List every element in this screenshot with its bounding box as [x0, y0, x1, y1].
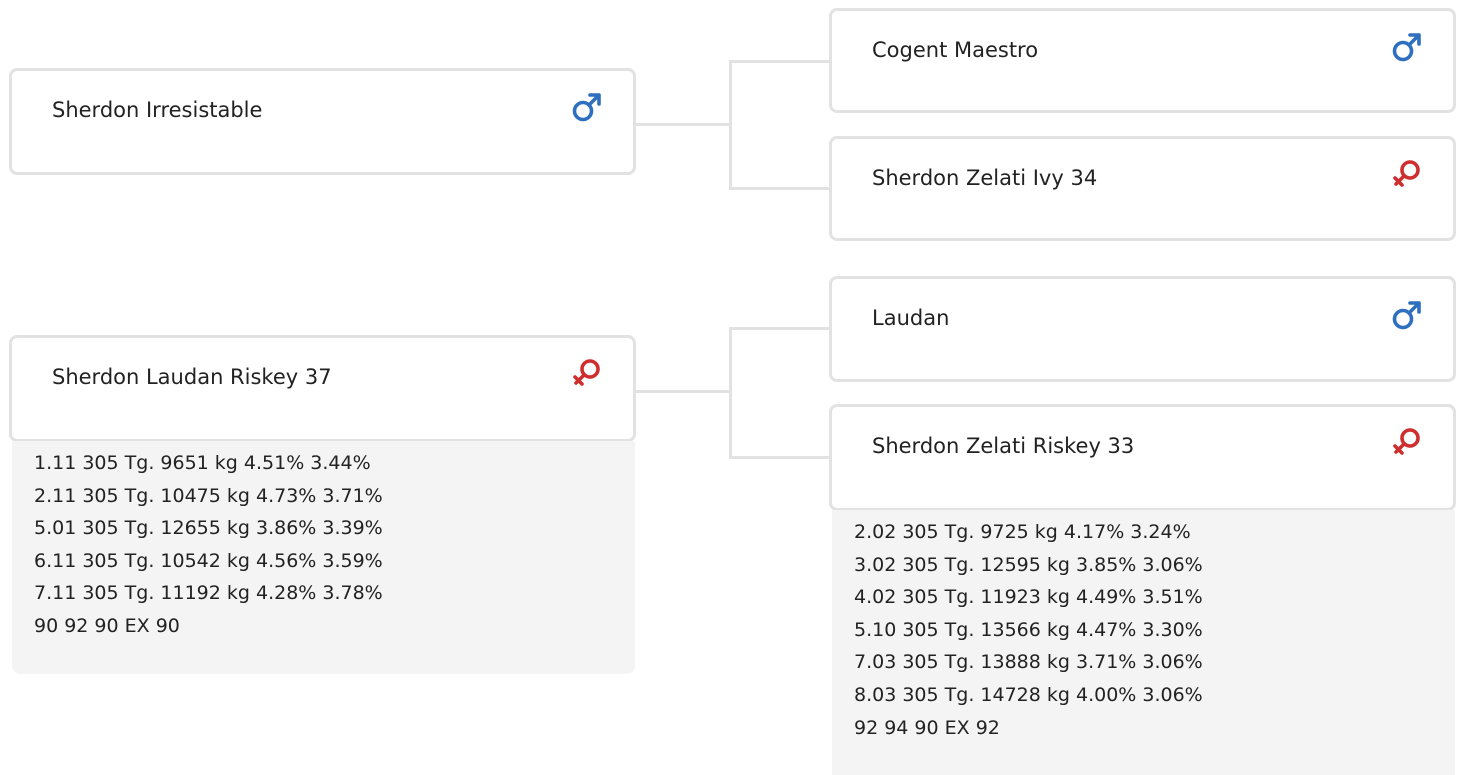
- lactation-stats: 2.02 305 Tg. 9725 kg 4.17% 3.24% 3.02 30…: [832, 510, 1455, 775]
- pedigree-card[interactable]: Laudan: [829, 276, 1456, 382]
- animal-name: Sherdon Laudan Riskey 37: [52, 365, 332, 389]
- animal-name: Laudan: [872, 306, 950, 330]
- connector-line: [729, 60, 830, 63]
- pedigree-card[interactable]: Sherdon Zelati Ivy 34: [829, 136, 1456, 241]
- pedigree-card[interactable]: Sherdon Zelati Riskey 33: [829, 404, 1456, 511]
- pedigree-card[interactable]: Cogent Maestro: [829, 8, 1456, 113]
- connector-line: [729, 60, 732, 190]
- connector-line: [634, 123, 732, 126]
- animal-name: Sherdon Zelati Riskey 33: [872, 434, 1135, 458]
- stats-line: 4.02 305 Tg. 11923 kg 4.49% 3.51%: [854, 586, 1203, 609]
- stats-line: 92 94 90 EX 92: [854, 716, 1000, 739]
- stats-line: 3.02 305 Tg. 12595 kg 3.85% 3.06%: [854, 553, 1203, 576]
- animal-name: Sherdon Irresistable: [52, 98, 263, 122]
- animal-name: Cogent Maestro: [872, 38, 1039, 62]
- stats-line: 7.11 305 Tg. 11192 kg 4.28% 3.78%: [34, 582, 383, 605]
- stats-line: 2.11 305 Tg. 10475 kg 4.73% 3.71%: [34, 484, 383, 507]
- connector-line: [729, 456, 830, 459]
- connector-line: [729, 327, 732, 459]
- animal-name: Sherdon Zelati Ivy 34: [872, 166, 1098, 190]
- female-icon: [1389, 157, 1425, 193]
- stats-line: 1.11 305 Tg. 9651 kg 4.51% 3.44%: [34, 452, 371, 474]
- male-icon: [1389, 297, 1425, 333]
- connector-line: [634, 390, 732, 393]
- pedigree-card[interactable]: Sherdon Laudan Riskey 37: [9, 335, 636, 442]
- female-icon: [1389, 425, 1425, 461]
- connector-line: [729, 327, 830, 330]
- stats-line: 2.02 305 Tg. 9725 kg 4.17% 3.24%: [854, 521, 1191, 543]
- stats-line: 5.01 305 Tg. 12655 kg 3.86% 3.39%: [34, 517, 383, 540]
- lactation-stats: 1.11 305 Tg. 9651 kg 4.51% 3.44% 2.11 30…: [12, 441, 635, 674]
- stats-line: 8.03 305 Tg. 14728 kg 4.00% 3.06%: [854, 683, 1203, 706]
- stats-line: 5.10 305 Tg. 13566 kg 4.47% 3.30%: [854, 618, 1203, 641]
- stats-line: 90 92 90 EX 90: [34, 614, 180, 637]
- pedigree-card[interactable]: Sherdon Irresistable: [9, 68, 636, 175]
- male-icon: [569, 89, 605, 125]
- stats-line: 7.03 305 Tg. 13888 kg 3.71% 3.06%: [854, 651, 1203, 674]
- stats-line: 6.11 305 Tg. 10542 kg 4.56% 3.59%: [34, 549, 383, 572]
- male-icon: [1389, 29, 1425, 65]
- female-icon: [569, 356, 605, 392]
- connector-line: [729, 187, 830, 190]
